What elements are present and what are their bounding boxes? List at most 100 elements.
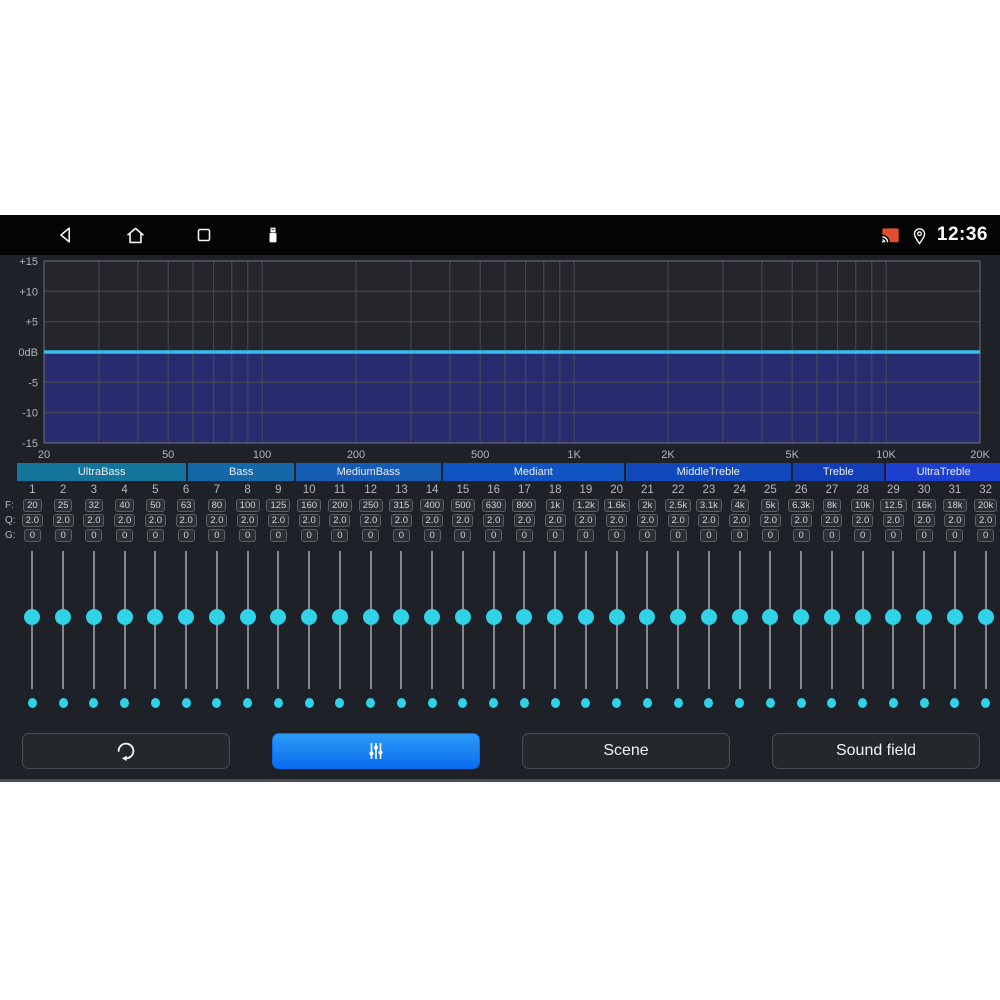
frequency-value-box[interactable]: 250 (358, 498, 383, 512)
frequency-value-box[interactable]: 3.1k (695, 498, 722, 512)
frequency-value-box[interactable]: 800 (512, 498, 537, 512)
q-value-box[interactable]: 2.0 (944, 513, 966, 527)
slider-knob[interactable] (608, 609, 625, 625)
slider-knob[interactable] (670, 609, 687, 625)
gain-value-box[interactable]: 0 (300, 528, 318, 542)
back-button[interactable] (54, 223, 78, 247)
gain-value-box[interactable]: 0 (977, 528, 995, 542)
q-value-box[interactable]: 2.0 (698, 513, 720, 527)
q-value-box[interactable]: 2.0 (206, 513, 228, 527)
q-value-box[interactable]: 2.0 (390, 513, 412, 527)
slider-knob[interactable] (208, 609, 225, 625)
frequency-value-box[interactable]: 630 (481, 498, 506, 512)
recents-button[interactable] (192, 223, 216, 247)
gain-value-box[interactable]: 0 (54, 528, 72, 542)
scene-button[interactable]: Scene (522, 733, 730, 769)
q-value-box[interactable]: 2.0 (360, 513, 382, 527)
frequency-value-box[interactable]: 200 (327, 498, 352, 512)
q-value-box[interactable]: 2.0 (882, 513, 904, 527)
q-value-box[interactable]: 2.0 (298, 513, 320, 527)
frequency-value-box[interactable]: 2k (638, 498, 657, 512)
slider-knob[interactable] (24, 609, 41, 625)
q-value-box[interactable]: 2.0 (483, 513, 505, 527)
q-value-box[interactable]: 2.0 (21, 513, 43, 527)
slider-knob[interactable] (916, 609, 933, 625)
slider-knob[interactable] (178, 609, 195, 625)
gain-value-box[interactable]: 0 (23, 528, 41, 542)
frequency-value-box[interactable]: 5k (761, 498, 780, 512)
q-value-box[interactable]: 2.0 (144, 513, 166, 527)
frequency-value-box[interactable]: 10k (850, 498, 875, 512)
q-value-box[interactable]: 2.0 (237, 513, 259, 527)
slider-knob[interactable] (424, 609, 441, 625)
slider-knob[interactable] (854, 609, 871, 625)
q-value-box[interactable]: 2.0 (729, 513, 751, 527)
slider-knob[interactable] (762, 609, 779, 625)
frequency-value-box[interactable]: 125 (266, 498, 291, 512)
frequency-value-box[interactable]: 25 (53, 498, 73, 512)
frequency-value-box[interactable]: 315 (389, 498, 414, 512)
q-value-box[interactable]: 2.0 (52, 513, 74, 527)
slider-knob[interactable] (147, 609, 164, 625)
gain-value-box[interactable]: 0 (423, 528, 441, 542)
gain-value-box[interactable]: 0 (85, 528, 103, 542)
gain-value-box[interactable]: 0 (792, 528, 810, 542)
slider-knob[interactable] (270, 609, 287, 625)
usb-button[interactable] (261, 223, 285, 247)
slider-knob[interactable] (700, 609, 717, 625)
frequency-value-box[interactable]: 20 (23, 498, 42, 512)
frequency-value-box[interactable]: 50 (146, 498, 165, 512)
slider-knob[interactable] (331, 609, 348, 625)
slider-knob[interactable] (577, 609, 594, 625)
gain-value-box[interactable]: 0 (761, 528, 779, 542)
q-value-box[interactable]: 2.0 (421, 513, 443, 527)
slider-knob[interactable] (885, 609, 902, 625)
q-value-box[interactable]: 2.0 (575, 513, 597, 527)
gain-value-box[interactable]: 0 (362, 528, 380, 542)
gain-value-box[interactable]: 0 (884, 528, 902, 542)
q-value-box[interactable]: 2.0 (821, 513, 843, 527)
frequency-value-box[interactable]: 4k (730, 498, 749, 512)
frequency-value-box[interactable]: 160 (297, 498, 322, 512)
gain-value-box[interactable]: 0 (515, 528, 533, 542)
gain-value-box[interactable]: 0 (485, 528, 503, 542)
frequency-value-box[interactable]: 1.6k (603, 498, 630, 512)
sound-field-button[interactable]: Sound field (772, 733, 980, 769)
gain-value-box[interactable]: 0 (208, 528, 226, 542)
gain-value-box[interactable]: 0 (669, 528, 687, 542)
gain-value-box[interactable]: 0 (577, 528, 595, 542)
frequency-value-box[interactable]: 20k (973, 498, 998, 512)
slider-knob[interactable] (731, 609, 748, 625)
frequency-value-box[interactable]: 12.5 (880, 498, 907, 512)
gain-value-box[interactable]: 0 (546, 528, 564, 542)
slider-knob[interactable] (977, 609, 994, 625)
q-value-box[interactable]: 2.0 (759, 513, 781, 527)
q-value-box[interactable]: 2.0 (667, 513, 689, 527)
reset-button[interactable] (22, 733, 230, 769)
gain-value-box[interactable]: 0 (638, 528, 656, 542)
q-value-box[interactable]: 2.0 (114, 513, 136, 527)
home-button[interactable] (123, 223, 147, 247)
frequency-value-box[interactable]: 63 (176, 498, 196, 512)
q-value-box[interactable]: 2.0 (852, 513, 874, 527)
q-value-box[interactable]: 2.0 (83, 513, 105, 527)
slider-knob[interactable] (362, 609, 379, 625)
gain-value-box[interactable]: 0 (116, 528, 134, 542)
gain-value-box[interactable]: 0 (946, 528, 964, 542)
frequency-value-box[interactable]: 400 (420, 498, 445, 512)
frequency-value-box[interactable]: 40 (115, 498, 134, 512)
frequency-value-box[interactable]: 16k (912, 498, 936, 512)
q-value-box[interactable]: 2.0 (544, 513, 566, 527)
q-value-box[interactable]: 2.0 (329, 513, 351, 527)
slider-knob[interactable] (116, 609, 133, 625)
gain-value-box[interactable]: 0 (454, 528, 472, 542)
gain-value-box[interactable]: 0 (608, 528, 626, 542)
slider-knob[interactable] (823, 609, 840, 625)
slider-knob[interactable] (239, 609, 256, 625)
q-value-box[interactable]: 2.0 (636, 513, 658, 527)
frequency-value-box[interactable]: 1.2k (572, 498, 599, 512)
gain-value-box[interactable]: 0 (146, 528, 164, 542)
q-value-box[interactable]: 2.0 (913, 513, 935, 527)
frequency-value-box[interactable]: 6.3k (788, 498, 815, 512)
gain-value-box[interactable]: 0 (823, 528, 841, 542)
